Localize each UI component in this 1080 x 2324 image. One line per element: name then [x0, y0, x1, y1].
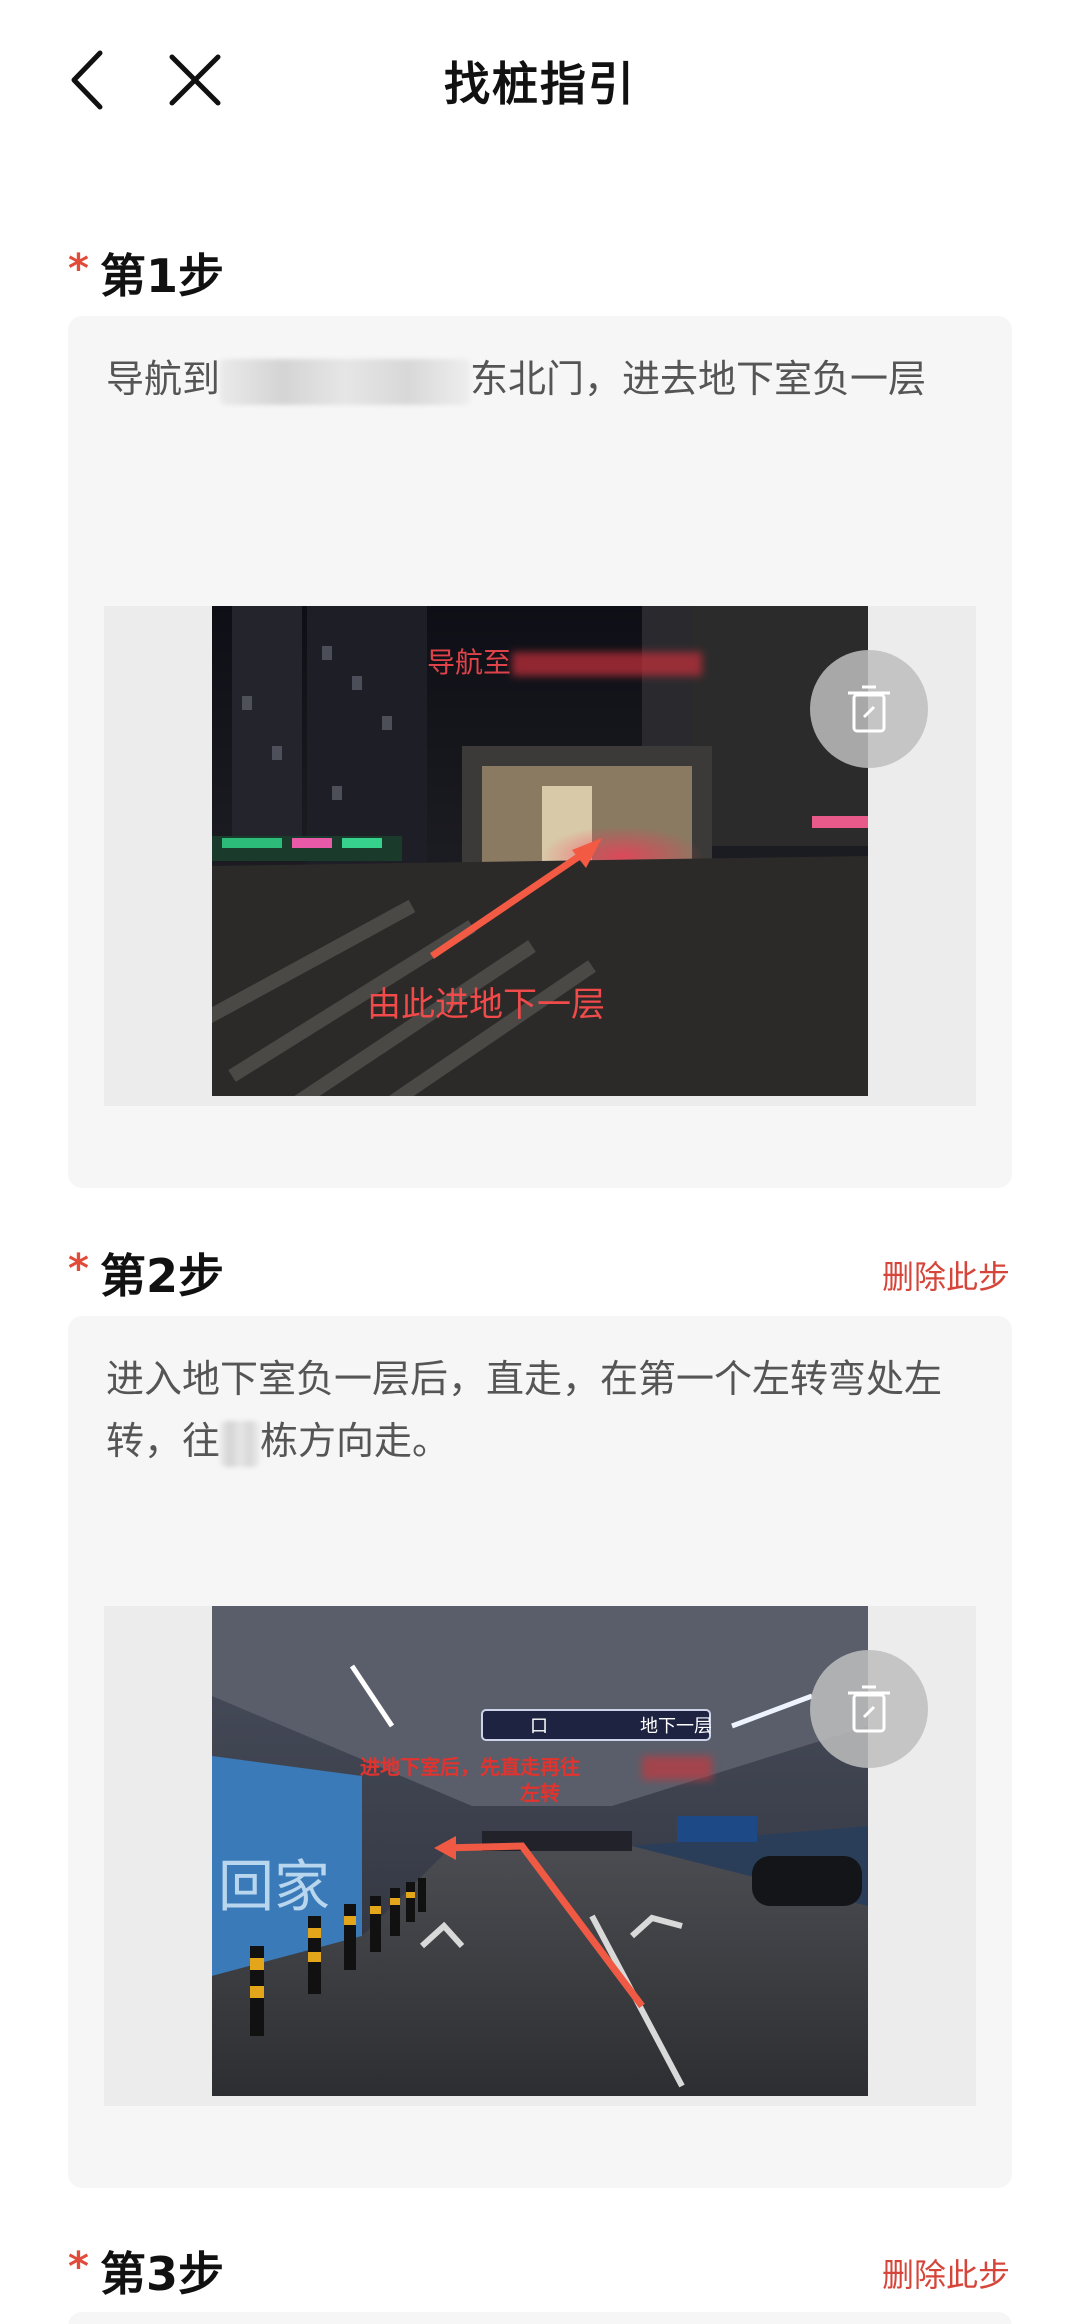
step-title: 第2步: [100, 1249, 225, 1303]
trash-icon: [848, 685, 890, 733]
photo-overlay-text: 左转: [520, 1781, 560, 1805]
top-bar: 找桩指引: [0, 0, 1080, 160]
step-photo-frame[interactable]: 回家 口 地下一层 进地下室后，先直走再往 左转: [104, 1606, 976, 2106]
trash-icon: [848, 1685, 890, 1733]
step-2-header: * 第2步 删除此步: [68, 1240, 1018, 1310]
step-title: 第1步: [100, 249, 225, 303]
redacted-text: [220, 358, 471, 405]
redacted-text: [220, 1420, 261, 1467]
step-text-part: 导航到: [106, 357, 221, 401]
step-3-header: * 第3步 删除此步: [68, 2238, 1018, 2308]
step-3-card: [68, 2312, 1012, 2324]
wall-text: 回家: [218, 1855, 330, 1920]
page-title: 找桩指引: [444, 57, 636, 111]
delete-step-button[interactable]: 删除此步: [882, 2250, 1010, 2296]
step-text-part: 东北门，进去地下室负一层: [470, 357, 927, 401]
step-photo-frame[interactable]: 导航至 由此进地下一层: [104, 606, 976, 1106]
step-title: 第3步: [100, 2247, 225, 2301]
delete-step-button[interactable]: 删除此步: [882, 1252, 1010, 1298]
photo-overlay-text: 导航至: [427, 646, 511, 679]
photo-overlay-label: 由此进地下一层: [367, 985, 605, 1025]
step-1-card: 导航到 东北门，进去地下室负一层 导航至 由此进地下一层: [68, 316, 1012, 1188]
step-photo: 回家 口 地下一层 进地下室后，先直走再往 左转: [212, 1606, 868, 2096]
photo-overlay-text: 进地下室后，先直走再往: [360, 1755, 580, 1779]
step-text-part: 栋方向走。: [260, 1419, 451, 1463]
required-asterisk: *: [68, 2244, 89, 2290]
delete-image-button[interactable]: [810, 1650, 928, 1768]
delete-image-button[interactable]: [810, 650, 928, 768]
sign-text: 口: [530, 1716, 548, 1737]
required-asterisk: *: [68, 1246, 89, 1292]
sign-text: 地下一层: [640, 1716, 712, 1737]
step-2-card: 进入地下室负一层后，直走，在第一个左转弯处左转，往 栋方向走。 回家 口 地下一…: [68, 1316, 1012, 2188]
step-1-header: * 第1步: [68, 240, 1018, 310]
step-description[interactable]: 导航到 东北门，进去地下室负一层: [106, 348, 976, 410]
step-description[interactable]: 进入地下室负一层后，直走，在第一个左转弯处左转，往 栋方向走。: [106, 1348, 976, 1472]
step-photo: 导航至 由此进地下一层: [212, 606, 868, 1096]
required-asterisk: *: [68, 246, 89, 292]
